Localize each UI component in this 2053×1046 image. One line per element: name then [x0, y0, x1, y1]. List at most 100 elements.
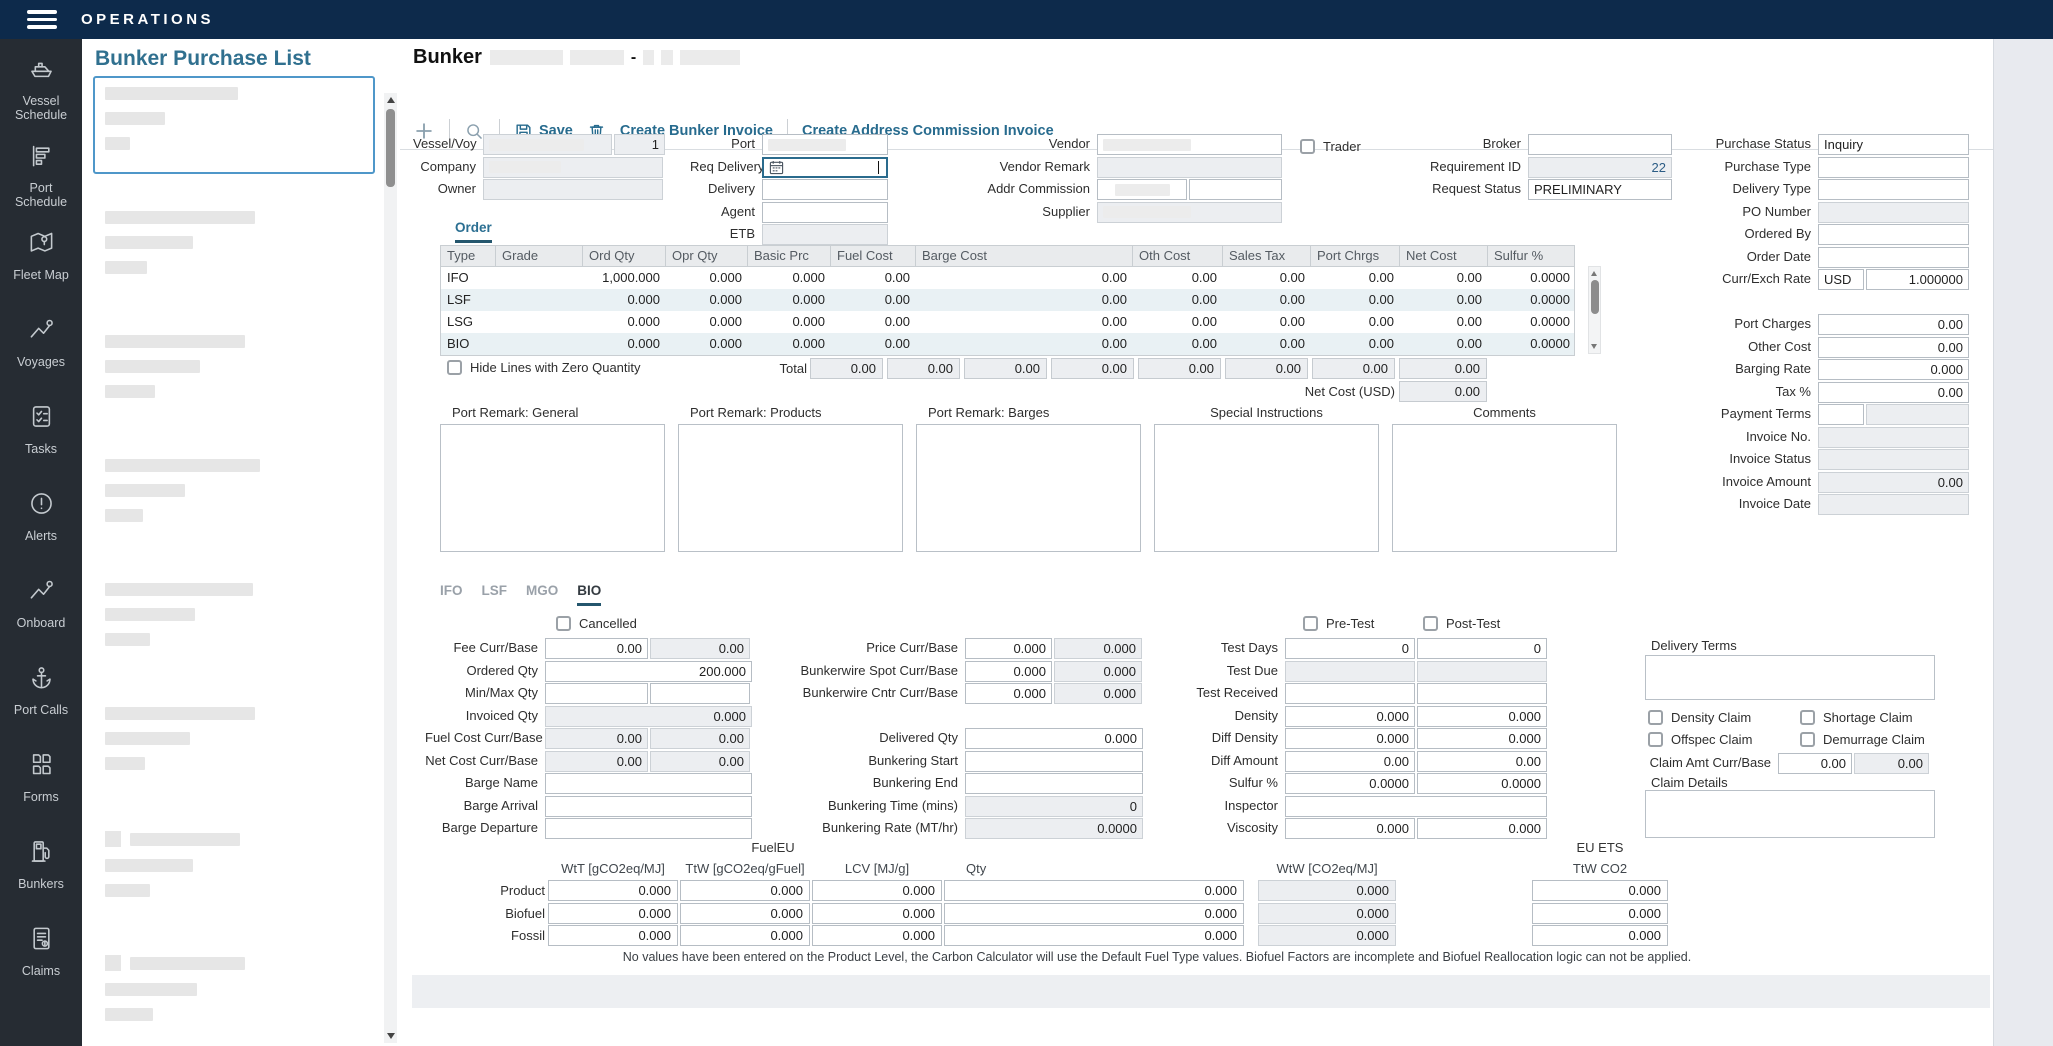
requirement-id-field[interactable]: 22	[1528, 157, 1672, 178]
purchase-status-field[interactable]: Inquiry	[1818, 134, 1969, 155]
fee-curr-base-field[interactable]: 0.00	[650, 638, 750, 659]
column-header-opr-qty[interactable]: Opr Qty	[666, 246, 748, 266]
tab-bio[interactable]: BIO	[577, 583, 601, 606]
request-status-field[interactable]: PRELIMINARY	[1528, 179, 1672, 200]
test-days-field[interactable]: 0	[1417, 638, 1547, 659]
column-header-type[interactable]: Type	[441, 246, 496, 266]
biofuel-wtw-co2eq-mj-field[interactable]: 0.000	[1258, 903, 1396, 924]
test-days-field[interactable]: 0	[1285, 638, 1415, 659]
list-scrollbar-thumb[interactable]	[386, 109, 395, 187]
product-ttw-gco2eq-gfuel-field[interactable]: 0.000	[680, 880, 810, 901]
claim-amt-field[interactable]: 0.00	[1778, 753, 1852, 774]
tab-mgo[interactable]: MGO	[526, 583, 558, 606]
delivery-field[interactable]	[762, 179, 888, 200]
barge-departure-field[interactable]	[545, 818, 752, 839]
biofuel-lcv-mj-g-field[interactable]: 0.000	[812, 903, 942, 924]
test-due-field[interactable]	[1417, 661, 1547, 682]
sidebar-item-alerts[interactable]: Alerts	[0, 490, 82, 564]
price-curr-base-field[interactable]: 0.000	[965, 638, 1052, 659]
product-ttw-co2-field[interactable]: 0.000	[1532, 880, 1668, 901]
list-item[interactable]	[93, 696, 375, 794]
fossil-wtw-co2eq-mj-field[interactable]: 0.000	[1258, 925, 1396, 946]
test-due-field[interactable]	[1285, 661, 1415, 682]
sulfur-field[interactable]: 0.0000	[1417, 773, 1547, 794]
table-row-LSG[interactable]: LSG0.0000.0000.0000.000.000.000.000.000.…	[441, 311, 1574, 333]
broker-field[interactable]	[1528, 134, 1672, 155]
bunkerwire-spot-curr-base-field[interactable]: 0.000	[1054, 661, 1142, 682]
column-header-fuel-cost[interactable]: Fuel Cost	[831, 246, 916, 266]
density-claim-checkbox[interactable]: Density Claim	[1648, 710, 1751, 725]
sidebar-item-fleet-map[interactable]: Fleet Map	[0, 229, 82, 303]
min-max-qty-field[interactable]	[545, 683, 648, 704]
payment-terms-field[interactable]	[1866, 404, 1969, 425]
invoice-amount-field[interactable]: 0.00	[1818, 472, 1969, 493]
diff-density-field[interactable]: 0.000	[1285, 728, 1415, 749]
sidebar-item-tasks[interactable]: Tasks	[0, 403, 82, 477]
min-max-qty-field[interactable]	[650, 683, 750, 704]
scroll-down-icon[interactable]	[1591, 344, 1597, 349]
bunkering-time-mins-field[interactable]: 0	[965, 796, 1143, 817]
addr-commission-field[interactable]	[1097, 179, 1187, 200]
other-cost-field[interactable]: 0.00	[1818, 337, 1969, 358]
ordered-qty-field[interactable]: 200.000	[545, 661, 752, 682]
scroll-up-icon[interactable]	[1591, 271, 1597, 276]
product-wtt-gco2eq-mj-field[interactable]: 0.000	[548, 880, 678, 901]
supplier-field[interactable]	[1097, 202, 1282, 223]
vendor-field[interactable]	[1097, 134, 1282, 155]
shortage-claim-checkbox[interactable]: Shortage Claim	[1800, 710, 1913, 725]
ordered-by-field[interactable]	[1818, 224, 1969, 245]
remark-textarea[interactable]	[1392, 424, 1617, 552]
list-scrollbar[interactable]	[384, 93, 397, 1043]
table-row-IFO[interactable]: IFO1,000.0000.0000.0000.000.000.000.000.…	[441, 267, 1574, 289]
tab-ifo[interactable]: IFO	[440, 583, 463, 606]
sidebar-item-voyages[interactable]: Voyages	[0, 316, 82, 390]
diff-amount-field[interactable]: 0.00	[1417, 751, 1547, 772]
biofuel-wtt-gco2eq-mj-field[interactable]: 0.000	[548, 903, 678, 924]
owner-field[interactable]	[483, 179, 663, 200]
barging-rate-field[interactable]: 0.000	[1818, 359, 1969, 380]
cancelled-checkbox[interactable]: Cancelled	[556, 616, 637, 631]
remark-textarea[interactable]	[1154, 424, 1379, 552]
port-charges-field[interactable]: 0.00	[1818, 314, 1969, 335]
sidebar-item-port-schedule[interactable]: Port Schedule	[0, 142, 82, 216]
scroll-down-icon[interactable]	[387, 1033, 395, 1039]
fuel-cost-curr-base-field[interactable]: 0.00	[650, 728, 750, 749]
diff-amount-field[interactable]: 0.00	[1285, 751, 1415, 772]
viscosity-field[interactable]: 0.000	[1285, 818, 1415, 839]
invoice-status-field[interactable]	[1818, 449, 1969, 470]
product-wtw-co2eq-mj-field[interactable]: 0.000	[1258, 880, 1396, 901]
inspector-field[interactable]	[1285, 796, 1547, 817]
req-delivery-field[interactable]	[762, 157, 888, 178]
net-cost-curr-base-field[interactable]: 0.00	[545, 751, 648, 772]
net-cost-curr-base-field[interactable]: 0.00	[650, 751, 750, 772]
column-header-sulfur[interactable]: Sulfur %	[1488, 246, 1576, 266]
bunkering-rate-mt-hr-field[interactable]: 0.0000	[965, 818, 1143, 839]
bunkerwire-spot-curr-base-field[interactable]: 0.000	[965, 661, 1052, 682]
bunkerwire-cntr-curr-base-field[interactable]: 0.000	[1054, 683, 1142, 704]
list-item[interactable]	[93, 448, 375, 546]
column-header-basic-prc[interactable]: Basic Prc	[748, 246, 831, 266]
delivered-qty-field[interactable]: 0.000	[965, 728, 1143, 749]
fossil-lcv-mj-g-field[interactable]: 0.000	[812, 925, 942, 946]
vendor-remark-field[interactable]	[1097, 157, 1282, 178]
column-header-barge-cost[interactable]: Barge Cost	[916, 246, 1133, 266]
biofuel-ttw-co2-field[interactable]: 0.000	[1532, 903, 1668, 924]
curr-exch-rate-field[interactable]: 1.000000	[1866, 269, 1969, 290]
fossil-qty-field[interactable]: 0.000	[944, 925, 1244, 946]
table-scrollbar[interactable]	[1588, 266, 1601, 354]
offspec-claim-checkbox[interactable]: Offspec Claim	[1648, 732, 1752, 747]
product-qty-field[interactable]: 0.000	[944, 880, 1244, 901]
remark-textarea[interactable]	[678, 424, 903, 552]
product-lcv-mj-g-field[interactable]: 0.000	[812, 880, 942, 901]
test-received-field[interactable]	[1417, 683, 1547, 704]
column-header-net-cost[interactable]: Net Cost	[1400, 246, 1488, 266]
biofuel-ttw-gco2eq-gfuel-field[interactable]: 0.000	[680, 903, 810, 924]
list-item[interactable]	[93, 200, 375, 298]
test-received-field[interactable]	[1285, 683, 1415, 704]
addr-commission-field[interactable]	[1189, 179, 1282, 200]
menu-icon[interactable]	[27, 10, 57, 29]
delivery-type-field[interactable]	[1818, 179, 1969, 200]
vessel-voy-field[interactable]	[483, 134, 612, 155]
tax-field[interactable]: 0.00	[1818, 382, 1969, 403]
price-curr-base-field[interactable]: 0.000	[1054, 638, 1142, 659]
